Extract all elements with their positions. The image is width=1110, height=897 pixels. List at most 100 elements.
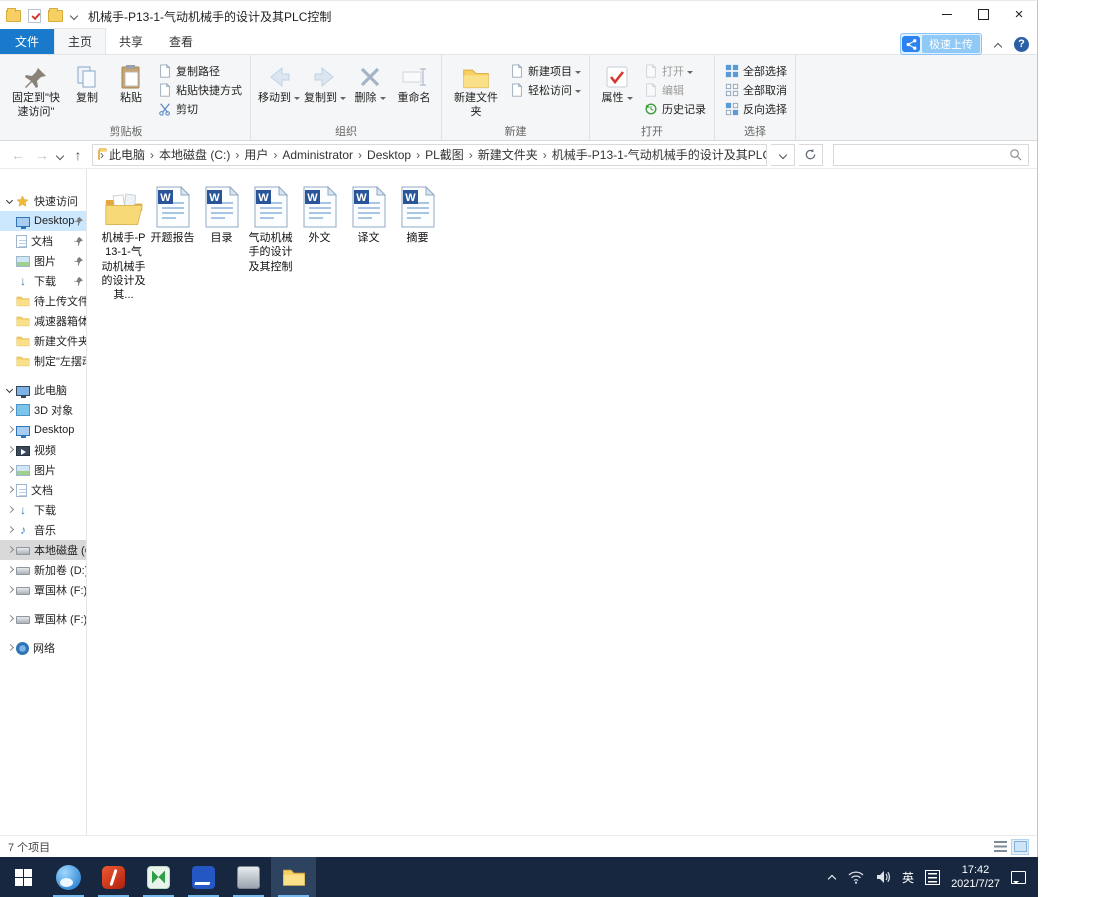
copy-path-button[interactable]: 复制路径 [155, 61, 245, 80]
search-input[interactable] [840, 147, 1009, 162]
breadcrumb-segment[interactable]: 用户 [239, 146, 273, 163]
breadcrumb-segment[interactable]: PL截图 [420, 146, 469, 163]
back-button[interactable]: ← [8, 147, 28, 163]
file-item-word[interactable]: 气动机械手的设计及其控制 [247, 182, 294, 274]
ime-icon[interactable] [925, 869, 941, 885]
close-button[interactable]: × [1001, 1, 1037, 27]
collapse-chevron-icon[interactable] [4, 584, 16, 596]
collapse-chevron-icon[interactable] [4, 642, 16, 654]
tab-home[interactable]: 主页 [54, 28, 107, 54]
taskbar-app-browser[interactable] [46, 857, 91, 897]
sidebar-item-drive-f-root[interactable]: 覃国林 (F:) [0, 609, 86, 629]
breadcrumb-segment[interactable]: 此电脑 [104, 146, 150, 163]
edit-button[interactable]: 编辑 [641, 80, 709, 99]
search-box[interactable] [833, 143, 1029, 166]
collapse-chevron-icon[interactable] [4, 484, 16, 496]
taskbar-clock[interactable]: 17:42 2021/7/27 [951, 863, 1000, 892]
breadcrumb[interactable]: 此电脑 本地磁盘 (C:) 用户 Administrator Desktop P… [92, 143, 767, 166]
breadcrumb-segment[interactable]: Desktop [362, 148, 416, 162]
history-button[interactable]: 历史记录 [641, 99, 709, 118]
copy-to-button[interactable]: 复制到 [302, 58, 348, 108]
input-language-indicator[interactable]: 英 [902, 869, 914, 886]
sidebar-item-desktop-pc[interactable]: Desktop [0, 420, 86, 440]
properties-check-icon[interactable] [28, 9, 41, 23]
sidebar-item-desktop[interactable]: Desktop [0, 211, 86, 231]
netdisk-upload-button[interactable]: 极速上传 [900, 33, 982, 55]
taskbar-app-design-app[interactable] [136, 857, 181, 897]
paste-shortcut-button[interactable]: 粘贴快捷方式 [155, 80, 245, 99]
sidebar-item-pictures[interactable]: 图片 [0, 251, 86, 271]
new-folder-button[interactable]: 新建文件夹 [447, 58, 505, 122]
restore-button[interactable] [965, 1, 1001, 27]
sidebar-item-music[interactable]: ♪ 音乐 [0, 520, 86, 540]
volume-icon[interactable] [875, 870, 891, 884]
sidebar-item-downloads-pc[interactable]: ↓ 下载 [0, 500, 86, 520]
file-item-word[interactable]: 开题报告 [149, 182, 196, 245]
delete-button[interactable]: 删除 [348, 58, 392, 108]
expand-chevron-icon[interactable] [4, 195, 16, 207]
collapse-chevron-icon[interactable] [4, 613, 16, 625]
large-icons-view-button[interactable] [1011, 838, 1029, 855]
taskbar-app-media-tool[interactable] [91, 857, 136, 897]
sidebar-item-drive-f[interactable]: 覃国林 (F:) [0, 580, 86, 600]
open-button[interactable]: 打开 [641, 61, 709, 80]
customize-dropdown-icon[interactable] [70, 12, 78, 20]
sidebar-item-downloads[interactable]: ↓ 下载 [0, 271, 86, 291]
tab-view[interactable]: 查看 [156, 29, 206, 54]
breadcrumb-segment[interactable]: 机械手-P13-1-气动机械手的设计及其PLC控制 [547, 146, 766, 163]
file-item-folder[interactable]: 机械手-P13-1-气动机械手的设计及其... [100, 182, 147, 302]
up-button[interactable]: ↑ [68, 147, 88, 163]
action-center-icon[interactable] [1011, 870, 1026, 884]
sidebar-this-pc-header[interactable]: 此电脑 [0, 380, 86, 400]
taskbar-app-viewer-app[interactable] [226, 857, 271, 897]
sidebar-item-drive-d[interactable]: 新加卷 (D:) [0, 560, 86, 580]
collapse-chevron-icon[interactable] [4, 544, 16, 556]
minimize-button[interactable] [929, 1, 965, 27]
breadcrumb-segment[interactable]: 新建文件夹 [473, 146, 543, 163]
tab-share[interactable]: 共享 [106, 29, 156, 54]
file-list-area[interactable]: 机械手-P13-1-气动机械手的设计及其... 开题报告 目录 气动机械手的设计… [87, 169, 1037, 835]
recent-locations-icon[interactable] [56, 152, 64, 160]
sidebar-item-3d-objects[interactable]: 3D 对象 [0, 400, 86, 420]
rename-button[interactable]: 重命名 [392, 58, 436, 108]
hidden-icons-chevron-icon[interactable] [828, 873, 837, 882]
paste-button[interactable]: 粘贴 [109, 58, 153, 108]
properties-button[interactable]: 属性 [595, 58, 639, 108]
sidebar-item-network[interactable]: 网络 [0, 638, 86, 658]
sidebar-item-folder[interactable]: 新建文件夹 [0, 331, 86, 351]
sidebar-quick-access-header[interactable]: 快速访问 [0, 191, 86, 211]
move-to-button[interactable]: 移动到 [256, 58, 302, 108]
breadcrumb-segment[interactable]: Administrator [277, 148, 358, 162]
details-view-button[interactable] [991, 839, 1009, 855]
collapse-chevron-icon[interactable] [4, 424, 16, 436]
file-item-word[interactable]: 摘要 [394, 182, 441, 245]
collapse-chevron-icon[interactable] [4, 404, 16, 416]
pin-to-quick-access-button[interactable]: 固定到"快速访问" [7, 58, 65, 122]
sidebar-item-pictures-pc[interactable]: 图片 [0, 460, 86, 480]
select-none-button[interactable]: 全部取消 [722, 80, 790, 99]
sidebar-item-folder[interactable]: 减速器箱体零件的工 [0, 311, 86, 331]
address-dropdown-button[interactable] [771, 143, 795, 166]
forward-button[interactable]: → [32, 147, 52, 163]
folder-icon[interactable] [48, 8, 63, 22]
cut-button[interactable]: 剪切 [155, 99, 245, 118]
invert-selection-button[interactable]: 反向选择 [722, 99, 790, 118]
file-item-word[interactable]: 译文 [345, 182, 392, 245]
sidebar-item-folder[interactable]: 待上传文件 [0, 291, 86, 311]
sidebar-item-drive-c[interactable]: 本地磁盘 (C:) [0, 540, 86, 560]
file-item-word[interactable]: 外文 [296, 182, 343, 245]
network-icon[interactable] [848, 870, 864, 884]
file-item-word[interactable]: 目录 [198, 182, 245, 245]
collapse-chevron-icon[interactable] [4, 524, 16, 536]
select-all-button[interactable]: 全部选择 [722, 61, 790, 80]
new-item-button[interactable]: 新建项目 [507, 61, 584, 80]
collapse-chevron-icon[interactable] [4, 564, 16, 576]
sidebar-item-videos[interactable]: 视频 [0, 440, 86, 460]
easy-access-button[interactable]: 轻松访问 [507, 80, 584, 99]
breadcrumb-segment[interactable]: 本地磁盘 (C:) [154, 146, 235, 163]
tab-file[interactable]: 文件 [0, 29, 55, 54]
collapse-chevron-icon[interactable] [4, 444, 16, 456]
copy-button[interactable]: 复制 [65, 58, 109, 108]
expand-chevron-icon[interactable] [4, 384, 16, 396]
sidebar-item-folder[interactable]: 制定"左摆动杠杆"的 [0, 351, 86, 371]
